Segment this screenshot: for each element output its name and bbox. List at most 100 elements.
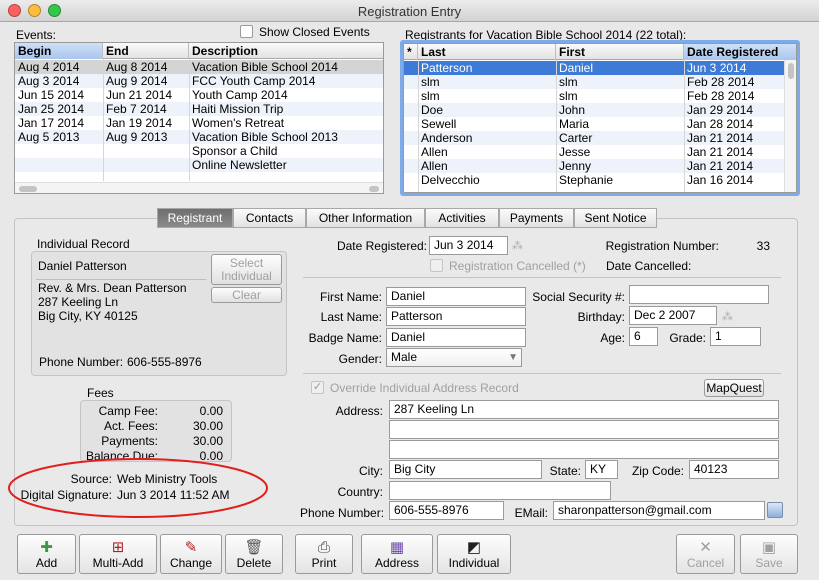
badge-name-label: Badge Name:: [308, 331, 382, 345]
clear-individual-button[interactable]: Clear: [211, 287, 282, 303]
events-cell-begin: Jun 15 2014: [18, 88, 85, 102]
camp-fee-value: 0.00: [199, 404, 223, 418]
table-row[interactable]: Aug 4 2014 Aug 8 2014 Vacation Bible Schoo…: [15, 60, 383, 74]
print-button[interactable]: ⎙ Print: [295, 534, 353, 574]
age-field[interactable]: 6: [629, 327, 658, 346]
table-row[interactable]: slm slm Feb 28 2014: [404, 89, 786, 103]
events-cell-end: Jun 21 2014: [106, 88, 173, 102]
tab-activities[interactable]: Activities: [425, 208, 499, 228]
send-email-icon[interactable]: [767, 502, 783, 518]
first-name-field[interactable]: Daniel: [386, 287, 526, 306]
activity-fees-value: 30.00: [192, 419, 223, 433]
country-label: Country:: [337, 485, 383, 499]
registrants-cell-date: Jan 21 2014: [687, 131, 754, 145]
override-address-label: Override Individual Address Record: [330, 381, 519, 395]
events-cell-end: Aug 9 2013: [106, 130, 168, 144]
address-line3-field[interactable]: [389, 440, 779, 459]
registrants-cell-date: Feb 28 2014: [687, 89, 755, 103]
mapquest-button[interactable]: MapQuest: [704, 379, 764, 397]
ssn-field[interactable]: [629, 285, 769, 304]
events-cell-begin: [15, 158, 103, 172]
tab-contacts[interactable]: Contacts: [233, 208, 306, 228]
table-row[interactable]: Aug 3 2014 Aug 9 2014 FCC Youth Camp 2014: [15, 74, 383, 88]
registrants-cell-first: slm: [559, 89, 578, 103]
birthday-calendar-icon[interactable]: ⁂: [722, 310, 733, 323]
country-field[interactable]: [389, 481, 611, 500]
registrants-cell-last: Patterson: [421, 61, 473, 75]
email-field[interactable]: sharonpatterson@gmail.com: [553, 501, 765, 520]
table-row[interactable]: Sewell Maria Jan 28 2014: [404, 117, 786, 131]
registrants-col-last[interactable]: Last: [418, 44, 556, 60]
select-individual-button[interactable]: Select Individual: [211, 254, 282, 285]
city-field[interactable]: Big City: [389, 460, 542, 479]
individual-address-line3: Big City, KY 40125: [38, 309, 138, 323]
registrants-table[interactable]: * Last First Date Registered Patterson Da…: [403, 43, 797, 193]
individual-button[interactable]: ◩ Individual: [437, 534, 511, 574]
events-cell-begin: Aug 4 2014: [18, 60, 80, 74]
address-button[interactable]: ▦ Address: [361, 534, 433, 574]
individual-record-label: Individual Record: [37, 237, 130, 251]
individual-phone: 606-555-8976: [127, 355, 202, 369]
address-line2-field[interactable]: [389, 420, 779, 439]
title-bar: Registration Entry: [0, 0, 819, 22]
last-name-field[interactable]: Patterson: [386, 307, 526, 326]
table-row[interactable]: Online Newsletter: [15, 158, 383, 172]
calendar-icon[interactable]: ⁂: [512, 239, 523, 252]
date-registered-field[interactable]: Jun 3 2014: [429, 236, 508, 255]
tab-payments[interactable]: Payments: [499, 208, 574, 228]
tab-registrant[interactable]: Registrant: [157, 208, 233, 228]
window-title: Registration Entry: [357, 4, 462, 19]
registrants-col-flag[interactable]: *: [404, 44, 418, 60]
table-row[interactable]: slm slm Feb 28 2014: [404, 75, 786, 89]
show-closed-events-checkbox[interactable]: [240, 25, 253, 38]
table-row[interactable]: Doe John Jan 29 2014: [404, 103, 786, 117]
table-row[interactable]: Sponsor a Child: [15, 144, 383, 158]
multi-add-button[interactable]: ⊞ Multi-Add: [79, 534, 157, 574]
tab-other-information[interactable]: Other Information: [306, 208, 425, 228]
table-row[interactable]: Patterson Daniel Jun 3 2014: [404, 61, 786, 75]
table-row[interactable]: Anderson Carter Jan 21 2014: [404, 131, 786, 145]
table-row[interactable]: Allen Jesse Jan 21 2014: [404, 145, 786, 159]
events-cell-end: [103, 158, 189, 172]
change-button[interactable]: ✎ Change: [160, 534, 222, 574]
events-label: Events:: [16, 28, 57, 42]
registrants-cell-first: slm: [559, 75, 578, 89]
phone-number-field[interactable]: 606-555-8976: [389, 501, 504, 520]
table-row[interactable]: Delvecchio Stephanie Jan 16 2014: [404, 173, 786, 187]
add-button[interactable]: ✚ Add: [17, 534, 76, 574]
annotation-circle: [8, 458, 268, 518]
birthday-label: Birthday:: [577, 310, 625, 324]
zip-code-label: Zip Code:: [631, 464, 684, 478]
registrants-col-first[interactable]: First: [556, 44, 684, 60]
save-button[interactable]: ▣ Save: [740, 534, 798, 574]
table-row[interactable]: Allen Jenny Jan 21 2014: [404, 159, 786, 173]
gender-select[interactable]: Male ▼: [386, 348, 522, 367]
birthday-field[interactable]: Dec 2 2007: [629, 306, 717, 325]
events-table[interactable]: Begin End Description Aug 4 2014 Aug 8 20…: [14, 42, 384, 194]
registrants-col-date-registered[interactable]: Date Registered: [684, 44, 796, 60]
events-col-description[interactable]: Description: [189, 43, 383, 59]
registrants-cell-date: Feb 28 2014: [687, 75, 755, 89]
events-cell-end: Aug 9 2014: [106, 74, 168, 88]
registrants-vertical-scrollbar[interactable]: [784, 60, 796, 192]
address-line1-field[interactable]: 287 Keeling Ln: [389, 400, 779, 419]
badge-name-field[interactable]: Daniel: [386, 328, 526, 347]
table-row[interactable]: Jan 17 2014 Jan 19 2014 Women's Retreat: [15, 116, 383, 130]
table-row[interactable]: Aug 5 2013 Aug 9 2013 Vacation Bible Schoo…: [15, 130, 383, 144]
grade-field[interactable]: 1: [710, 327, 761, 346]
cancel-button[interactable]: ✕ Cancel: [676, 534, 735, 574]
zip-code-field[interactable]: 40123: [689, 460, 779, 479]
table-row[interactable]: Jan 25 2014 Feb 7 2014 Haiti Mission Trip: [15, 102, 383, 116]
last-name-label: Last Name:: [320, 310, 382, 324]
state-field[interactable]: KY: [585, 460, 618, 479]
events-horizontal-scrollbar[interactable]: [15, 182, 383, 193]
delete-button[interactable]: 🗑 Delete: [225, 534, 283, 574]
tab-sent-notice[interactable]: Sent Notice: [574, 208, 657, 228]
events-col-end[interactable]: End: [103, 43, 189, 59]
events-cell-description: Vacation Bible School 2013: [192, 130, 338, 144]
events-col-begin[interactable]: Begin: [15, 43, 103, 59]
table-row[interactable]: Jun 15 2014 Jun 21 2014 Youth Camp 2014: [15, 88, 383, 102]
registration-cancelled-checkbox[interactable]: [430, 259, 443, 272]
events-cell-end: [103, 144, 189, 158]
override-address-checkbox[interactable]: ✓: [311, 381, 324, 394]
